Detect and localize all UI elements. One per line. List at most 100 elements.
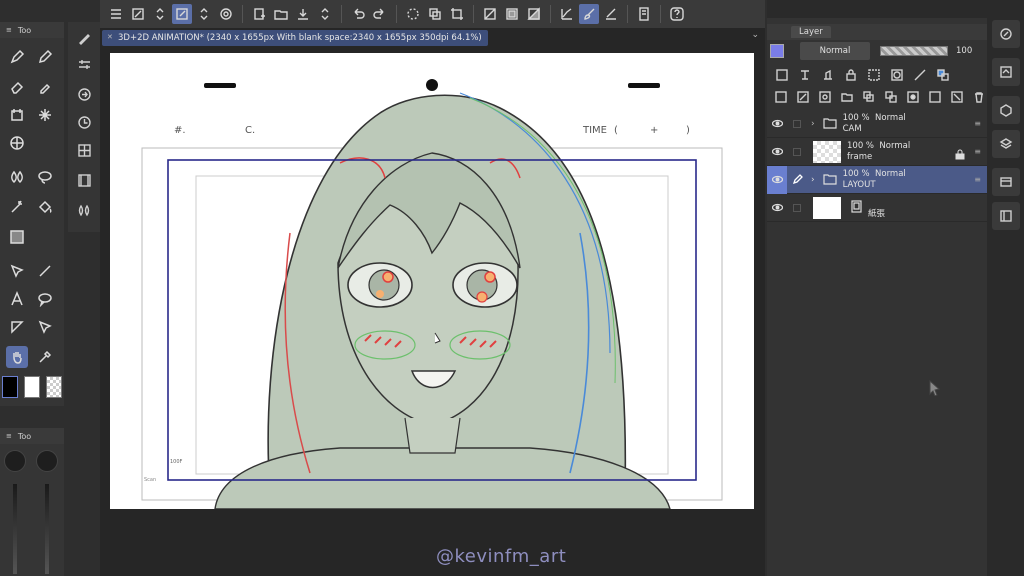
- material-icon[interactable]: [992, 58, 1020, 86]
- close-tab-icon[interactable]: ✕: [107, 33, 113, 41]
- eyedropper-icon[interactable]: [34, 346, 56, 368]
- mask-add-icon[interactable]: [904, 88, 921, 106]
- eraser-icon[interactable]: [6, 76, 28, 98]
- help-icon[interactable]: [667, 4, 687, 24]
- merge-icon[interactable]: [883, 88, 900, 106]
- mask-icon[interactable]: [888, 66, 906, 84]
- opacity-slider[interactable]: [880, 46, 948, 56]
- route-icon[interactable]: [74, 84, 94, 104]
- layer-fill-icon[interactable]: [524, 4, 544, 24]
- pencil-icon[interactable]: [34, 46, 56, 68]
- fill-bucket-icon[interactable]: [34, 196, 56, 218]
- decoration-icon[interactable]: [6, 104, 28, 126]
- new-vector-icon[interactable]: [795, 88, 812, 106]
- hand-icon[interactable]: [6, 346, 28, 368]
- ruler-layer-icon[interactable]: [911, 66, 929, 84]
- layer-menu-icon[interactable]: ≡: [974, 119, 981, 128]
- globe-icon[interactable]: [6, 132, 28, 154]
- layer-menu-icon[interactable]: ≡: [974, 175, 981, 184]
- navigator-icon[interactable]: [992, 20, 1020, 48]
- balloon-icon[interactable]: [34, 288, 56, 310]
- new-folder-icon[interactable]: [839, 88, 856, 106]
- text-icon[interactable]: [6, 288, 28, 310]
- eye-icon[interactable]: [767, 138, 787, 166]
- dropper-pen-icon[interactable]: [34, 76, 56, 98]
- layer-row[interactable]: 紙張: [767, 194, 987, 222]
- eye-icon[interactable]: [767, 110, 787, 138]
- eye-icon[interactable]: [767, 194, 787, 222]
- undo-icon[interactable]: [348, 4, 368, 24]
- operation-icon[interactable]: [6, 260, 28, 282]
- chevron-updown-icon[interactable]: [194, 4, 214, 24]
- grip-icon[interactable]: ≡: [6, 432, 12, 440]
- layer-tab[interactable]: Layer: [791, 26, 831, 38]
- canvas-area[interactable]: ✕ 3D+2D ANIMATION* (2340 x 1655px With b…: [100, 28, 765, 576]
- sub-color-swatch[interactable]: [24, 376, 40, 398]
- vector-icon[interactable]: [557, 4, 577, 24]
- layers-stack-icon[interactable]: [992, 130, 1020, 158]
- opacity-knob[interactable]: [36, 450, 58, 472]
- brush-icon[interactable]: [579, 4, 599, 24]
- page-icon[interactable]: [634, 4, 654, 24]
- chevron-right-icon[interactable]: ›: [811, 175, 815, 185]
- grip-icon[interactable]: ≡: [6, 26, 12, 34]
- layer-lock-toggle[interactable]: [787, 138, 807, 166]
- lasso-fill-icon[interactable]: [34, 166, 56, 188]
- film-icon[interactable]: [74, 170, 94, 190]
- lock-transparent-icon[interactable]: [865, 66, 883, 84]
- edit-pen-icon[interactable]: [787, 166, 807, 194]
- grid-icon[interactable]: [74, 140, 94, 160]
- trash-icon[interactable]: [970, 88, 987, 106]
- eye-icon[interactable]: [767, 165, 787, 194]
- magic-wand-icon[interactable]: [6, 196, 28, 218]
- brush-size-knob[interactable]: [4, 450, 26, 472]
- pen-icon[interactable]: [6, 46, 28, 68]
- 3d-icon[interactable]: [992, 96, 1020, 124]
- sparkle-icon[interactable]: [34, 104, 56, 126]
- layer-row[interactable]: › 100 % Normal CAM ≡: [767, 110, 987, 138]
- save-icon[interactable]: [293, 4, 313, 24]
- layer-menu-icon[interactable]: ≡: [974, 147, 981, 156]
- fill-icon[interactable]: [502, 4, 522, 24]
- main-color-swatch[interactable]: [2, 376, 18, 398]
- loading-icon[interactable]: [403, 4, 423, 24]
- layer-property-icon[interactable]: [773, 66, 791, 84]
- open-icon[interactable]: [271, 4, 291, 24]
- redo-icon[interactable]: [370, 4, 390, 24]
- blend-icon[interactable]: [6, 166, 28, 188]
- chevron-right-icon[interactable]: ›: [811, 119, 815, 129]
- menu-icon[interactable]: [106, 4, 126, 24]
- chevron-down-icon[interactable]: ⌄: [751, 30, 759, 40]
- copy-layer-icon[interactable]: [861, 88, 878, 106]
- crop-icon[interactable]: [447, 4, 467, 24]
- transform-icon[interactable]: [172, 4, 192, 24]
- clip-icon[interactable]: [796, 66, 814, 84]
- history-icon[interactable]: [74, 112, 94, 132]
- layer-row[interactable]: 100 % Normal frame ≡: [767, 138, 987, 166]
- pen-settings-icon[interactable]: [74, 28, 94, 48]
- document-tab[interactable]: ✕ 3D+2D ANIMATION* (2340 x 1655px With b…: [102, 30, 488, 46]
- layer-lock-toggle[interactable]: [787, 194, 807, 222]
- new-raster-icon[interactable]: [773, 88, 790, 106]
- object-select-icon[interactable]: [34, 316, 56, 338]
- new-icon[interactable]: [249, 4, 269, 24]
- layer-row[interactable]: › 100 % Normal LAYOUT ≡: [767, 165, 987, 194]
- line-icon[interactable]: [34, 260, 56, 282]
- opacity-slider[interactable]: [45, 484, 49, 574]
- animation-cel-icon[interactable]: [992, 202, 1020, 230]
- gradient-icon[interactable]: [6, 226, 28, 248]
- lock-icon[interactable]: [842, 66, 860, 84]
- sliders-icon[interactable]: [74, 54, 94, 74]
- no-fill-icon[interactable]: [480, 4, 500, 24]
- canvas-icon[interactable]: [128, 4, 148, 24]
- canvas-paper[interactable]: #. C. TIME ( + ) 100F Scan: [110, 53, 754, 509]
- layer-color-chip[interactable]: [770, 44, 784, 58]
- snap-icon[interactable]: [216, 4, 236, 24]
- timeline-icon[interactable]: [992, 168, 1020, 196]
- reference-icon[interactable]: [819, 66, 837, 84]
- chevron-updown-icon[interactable]: [150, 4, 170, 24]
- layer-lock-toggle[interactable]: [787, 110, 807, 138]
- drops-icon[interactable]: [74, 200, 94, 220]
- mask-apply-icon[interactable]: [926, 88, 943, 106]
- ruler-icon[interactable]: [601, 4, 621, 24]
